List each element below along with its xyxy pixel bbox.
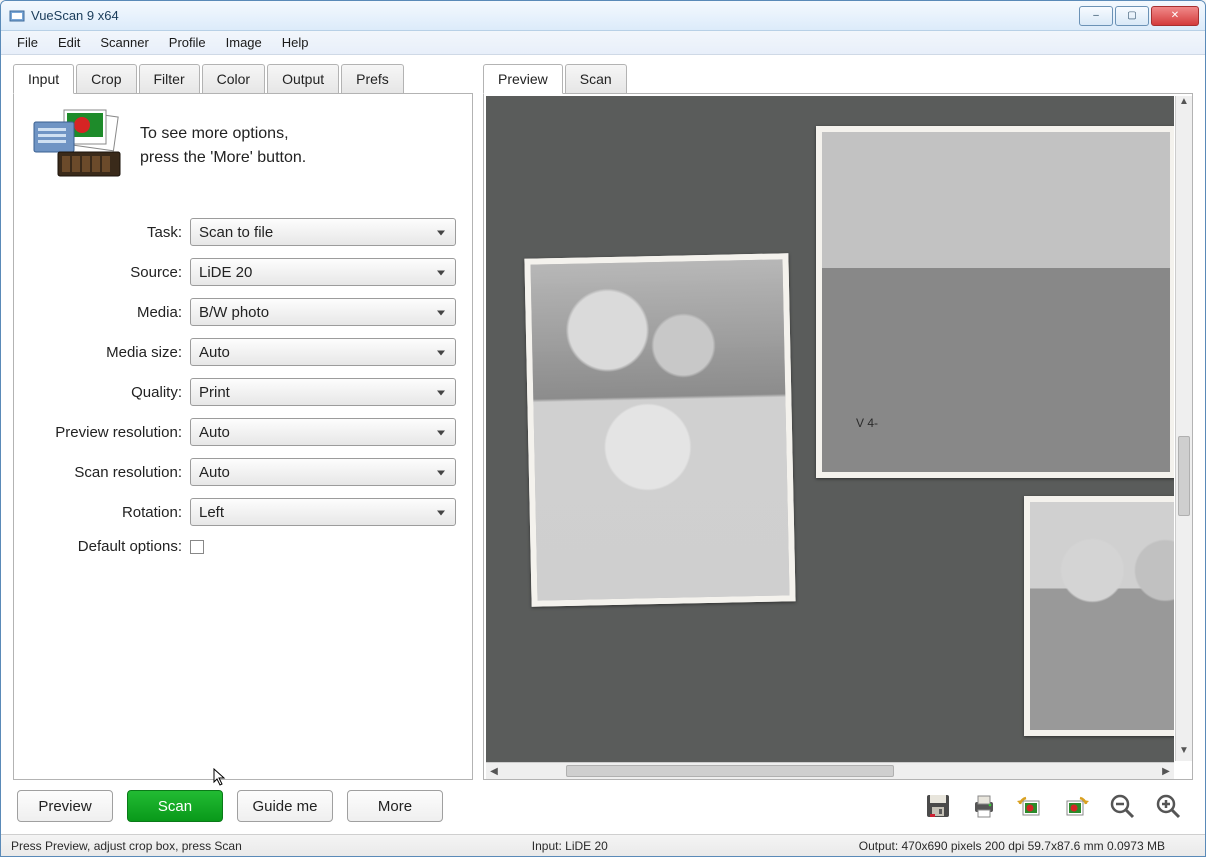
left-panel: Input Crop Filter Color Output Prefs <box>13 65 473 828</box>
task-select[interactable]: Scan to file <box>190 218 456 246</box>
content-area: Input Crop Filter Color Output Prefs <box>1 55 1205 834</box>
source-label: Source: <box>30 264 190 281</box>
minimize-button[interactable]: – <box>1079 6 1113 26</box>
close-glyph: ✕ <box>1171 10 1179 21</box>
menu-image[interactable]: Image <box>216 32 272 53</box>
hscroll-thumb[interactable] <box>566 765 894 777</box>
hint-icon <box>30 108 126 184</box>
photo-1 <box>524 253 795 606</box>
zoom-out-icon[interactable] <box>1103 787 1141 825</box>
source-value: LiDE 20 <box>199 264 252 281</box>
photo-annotation: V 4- <box>856 416 878 430</box>
media-label: Media: <box>30 304 190 321</box>
rotate-left-icon[interactable] <box>1011 787 1049 825</box>
menu-file[interactable]: File <box>7 32 48 53</box>
maximize-button[interactable]: ▢ <box>1115 6 1149 26</box>
preview-toolbar <box>483 780 1193 828</box>
titlebar[interactable]: VueScan 9 x64 – ▢ ✕ <box>1 1 1205 31</box>
zoom-in-icon[interactable] <box>1149 787 1187 825</box>
app-icon <box>9 8 25 24</box>
scanres-label: Scan resolution: <box>30 464 190 481</box>
prevres-label: Preview resolution: <box>30 424 190 441</box>
options-hint: To see more options, press the 'More' bu… <box>30 108 456 184</box>
rotation-select[interactable]: Left <box>190 498 456 526</box>
guideme-button[interactable]: Guide me <box>237 790 333 822</box>
scanres-value: Auto <box>199 464 230 481</box>
tab-color[interactable]: Color <box>202 64 265 93</box>
task-label: Task: <box>30 224 190 241</box>
scanres-select[interactable]: Auto <box>190 458 456 486</box>
mediasize-label: Media size: <box>30 344 190 361</box>
right-tabstrip: Preview Scan <box>483 65 1193 93</box>
task-value: Scan to file <box>199 224 273 241</box>
menu-bar: File Edit Scanner Profile Image Help <box>1 31 1205 55</box>
rotation-value: Left <box>199 504 224 521</box>
mediasize-select[interactable]: Auto <box>190 338 456 366</box>
maximize-glyph: ▢ <box>1127 10 1136 21</box>
horizontal-scrollbar[interactable]: ◀ ▶ <box>486 762 1174 779</box>
vscroll-thumb[interactable] <box>1178 436 1190 516</box>
more-button[interactable]: More <box>347 790 443 822</box>
hint-line1: To see more options, <box>140 122 306 146</box>
preview-image[interactable]: V 4- <box>486 96 1174 777</box>
photo-3 <box>1024 496 1174 736</box>
tab-scan[interactable]: Scan <box>565 64 627 93</box>
menu-edit[interactable]: Edit <box>48 32 90 53</box>
left-tabstrip: Input Crop Filter Color Output Prefs <box>13 65 473 93</box>
right-panel: Preview Scan V 4- ▲ ▼ <box>483 65 1193 828</box>
menu-scanner[interactable]: Scanner <box>90 32 158 53</box>
prevres-value: Auto <box>199 424 230 441</box>
tab-input[interactable]: Input <box>13 64 74 94</box>
input-panel-body: To see more options, press the 'More' bu… <box>13 93 473 780</box>
vertical-scrollbar[interactable]: ▲ ▼ <box>1175 96 1192 761</box>
media-value: B/W photo <box>199 304 269 321</box>
prevres-select[interactable]: Auto <box>190 418 456 446</box>
app-window: VueScan 9 x64 – ▢ ✕ File Edit Scanner Pr… <box>0 0 1206 857</box>
tab-output[interactable]: Output <box>267 64 339 93</box>
scroll-down-icon[interactable]: ▼ <box>1176 745 1192 761</box>
tab-filter[interactable]: Filter <box>139 64 200 93</box>
status-left: Press Preview, adjust crop box, press Sc… <box>11 839 272 853</box>
media-select[interactable]: B/W photo <box>190 298 456 326</box>
scan-button[interactable]: Scan <box>127 790 223 822</box>
rotate-right-icon[interactable] <box>1057 787 1095 825</box>
preview-body: V 4- ▲ ▼ ◀ ▶ <box>483 93 1193 780</box>
rotation-label: Rotation: <box>30 504 190 521</box>
menu-help[interactable]: Help <box>272 32 319 53</box>
status-right: Output: 470x690 pixels 200 dpi 59.7x87.6… <box>859 839 1195 853</box>
close-button[interactable]: ✕ <box>1151 6 1199 26</box>
status-mid: Input: LiDE 20 <box>532 839 638 853</box>
source-select[interactable]: LiDE 20 <box>190 258 456 286</box>
quality-label: Quality: <box>30 384 190 401</box>
status-bar: Press Preview, adjust crop box, press Sc… <box>1 834 1205 856</box>
scroll-left-icon[interactable]: ◀ <box>486 763 502 779</box>
scroll-right-icon[interactable]: ▶ <box>1158 763 1174 779</box>
minimize-glyph: – <box>1093 10 1099 21</box>
quality-value: Print <box>199 384 230 401</box>
scroll-up-icon[interactable]: ▲ <box>1176 96 1192 112</box>
quality-select[interactable]: Print <box>190 378 456 406</box>
tab-preview[interactable]: Preview <box>483 64 563 94</box>
mediasize-value: Auto <box>199 344 230 361</box>
action-button-row: Preview Scan Guide me More <box>13 780 473 828</box>
defaults-checkbox[interactable] <box>190 540 204 554</box>
preview-button[interactable]: Preview <box>17 790 113 822</box>
tab-prefs[interactable]: Prefs <box>341 64 404 93</box>
print-icon[interactable] <box>965 787 1003 825</box>
menu-profile[interactable]: Profile <box>159 32 216 53</box>
save-icon[interactable] <box>919 787 957 825</box>
window-title: VueScan 9 x64 <box>31 8 1079 23</box>
tab-crop[interactable]: Crop <box>76 64 136 93</box>
defaults-label: Default options: <box>30 538 190 555</box>
hint-line2: press the 'More' button. <box>140 146 306 170</box>
